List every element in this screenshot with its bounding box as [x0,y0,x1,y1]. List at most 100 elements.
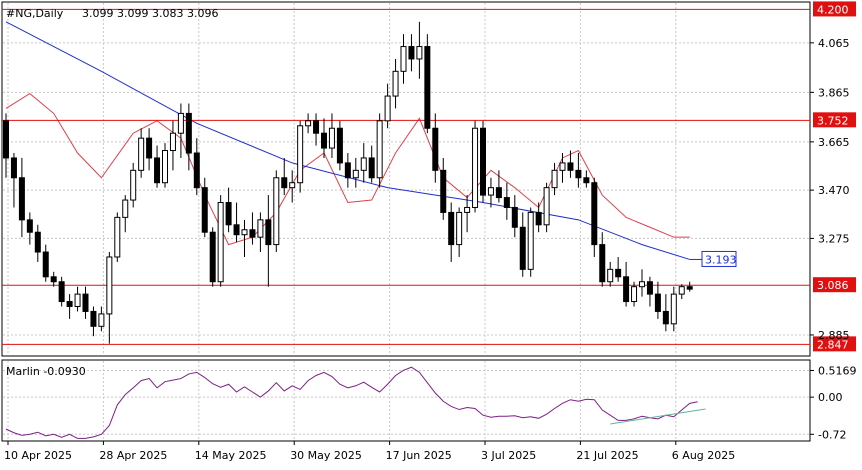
candle [114,212,121,262]
candle [472,120,479,213]
candle-body-bear [535,211,542,226]
candle-body-bear [10,157,17,179]
candle-body-bear [480,127,486,196]
x-tick-label: 6 Aug 2025 [672,449,735,462]
x-tick-label: 17 Jun 2025 [386,449,452,462]
candle-body-bull [639,281,645,288]
candle-body-bull [487,187,494,196]
price-tick-label: 4.065 [818,37,850,50]
candle [376,113,383,188]
candle-body-bull [162,150,168,184]
candle-body-bull [305,120,312,127]
candle-body-bull [543,187,550,226]
candle [543,182,550,233]
candle-body-bull [678,286,685,295]
x-tick-label: 3 Jul 2025 [481,449,536,462]
candle-body-bear [623,276,630,303]
candle-body-bear [646,281,653,295]
candle-body-bull [217,202,224,283]
candle-body-bull [527,211,534,270]
candle-body-bear [440,169,447,213]
candle-body-bear [34,231,41,253]
candle-body-bear [511,206,518,228]
candle-body-bear [336,127,343,164]
candle [273,170,280,253]
x-tick-label: 14 May 2025 [195,449,267,462]
candle [336,120,343,171]
candle-body-bear [58,281,65,303]
candle-body-bear [193,152,200,189]
candle-body-bull [122,199,129,218]
candle-body-bear [344,162,351,179]
candle-body-bear [3,120,9,159]
candle-body-bull [400,46,407,72]
candle-body-bear [662,310,669,325]
candle [58,276,65,307]
x-tick-label: 21 Jul 2025 [576,449,638,462]
level-label-text: 4.200 [817,3,849,16]
x-tick-label: 30 May 2025 [290,449,362,462]
candle-body-bull [631,286,638,303]
candle-body-bear [408,46,415,60]
candle-body-bear [448,211,455,246]
candle [424,34,431,134]
candle-body-bear [313,120,320,134]
candle-body-bear [281,177,288,189]
candle-body-bear [90,310,97,327]
x-tick-label: 10 Apr 2025 [4,449,72,462]
candle-body-bear [26,219,33,233]
candle-body-bear [82,293,89,312]
candle-body-bull [360,157,367,171]
candle-body-bull [106,256,113,315]
candle-body-bull [241,229,248,236]
candle-body-bull [607,268,614,283]
level-label-text: 3.752 [817,114,849,127]
osc-tick-label: 0.5169 [818,364,857,377]
candle-body-bear [615,268,622,278]
candle [217,195,224,287]
price-tick-label: 3.865 [818,86,850,99]
candle-body-bear [154,157,161,184]
candle-body-bull [464,206,471,213]
candle-body-bull [456,211,463,246]
price-tick-label: 3.665 [818,136,850,149]
ma-label-text: 3.193 [705,253,737,266]
candle-body-bull [559,162,566,171]
price-tick-label: 3.470 [818,184,850,197]
candle-body-bull [472,127,479,208]
candle-body-bull [130,169,137,201]
candle-body-bull [98,313,105,327]
ohlc-header: 3.099 3.099 3.083 3.096 [82,7,218,20]
price-chart: 3.193 4.2003.7523.0862.847 4.0653.8653.6… [0,0,862,467]
price-tick-label: 2.885 [818,329,850,342]
candle-body-bull [289,182,296,189]
candle-body-bear [66,301,73,307]
candle-body-bear [265,219,272,246]
candle-body-bear [575,169,582,179]
candle-body-bull [177,112,184,134]
candle-body-bear [368,157,375,179]
candle-body-bear [185,112,192,154]
candle-body-bear [495,187,502,199]
level-label-text: 3.086 [817,279,849,292]
candle-body-bear [146,137,153,159]
candle-body-bear [201,187,208,233]
candle-body-bull [138,137,145,171]
candle-body-bear [249,229,256,238]
candle [297,120,304,193]
candle-body-bear [321,132,327,149]
candle-body-bear [209,231,216,283]
candle-body-bear [567,162,574,171]
candle-body-bear [424,46,431,129]
x-tick-label: 28 Apr 2025 [99,449,167,462]
candle-body-bull [169,132,176,152]
candle-body-bull [376,120,383,179]
candle-body-bull [74,293,81,307]
candle-body-bear [503,197,510,208]
candle-body-bull [416,46,423,60]
candle-body-bear [599,244,606,283]
candle-body-bear [233,224,240,236]
candle-body-bear [686,286,693,290]
oscillator-label: Marlin -0.0930 [6,365,86,378]
price-tick-label: 3.275 [818,232,850,245]
